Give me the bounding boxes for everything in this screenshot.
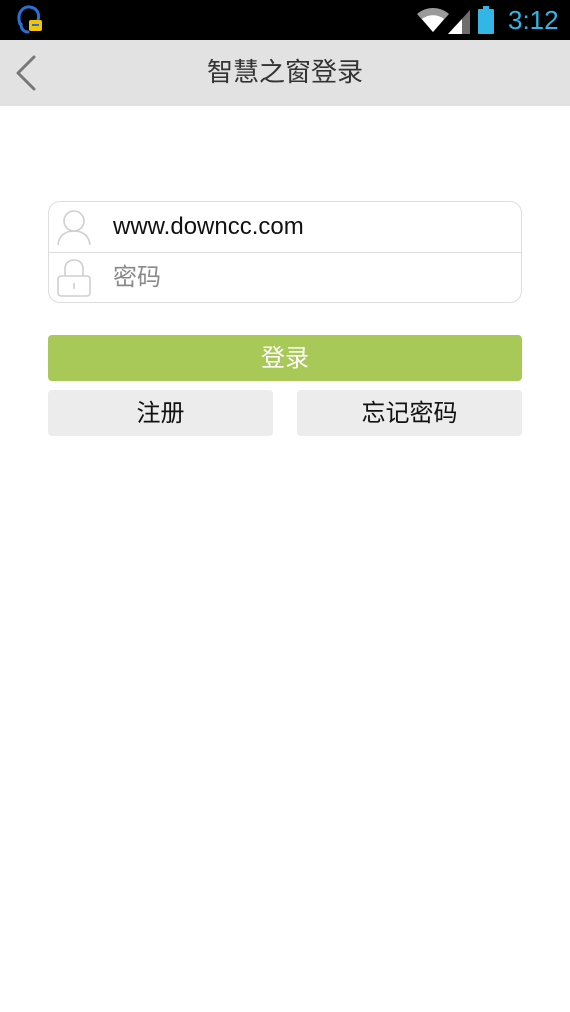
status-time: 3:12 bbox=[508, 5, 559, 35]
wifi-icon bbox=[416, 6, 450, 34]
page-title: 智慧之窗登录 bbox=[206, 58, 363, 88]
login-button[interactable]: 登录 bbox=[48, 335, 522, 381]
username-value: www.downcc.com bbox=[113, 213, 304, 240]
password-placeholder: 密码 bbox=[113, 263, 161, 291]
login-screen: 3:12 智慧之窗登录 www.downcc.com 密码 登录 注册 忘记密码 bbox=[0, 0, 570, 1012]
user-icon bbox=[55, 208, 93, 246]
register-button[interactable]: 注册 bbox=[48, 390, 273, 436]
notification-app-icon bbox=[14, 4, 44, 36]
username-field[interactable]: www.downcc.com bbox=[49, 202, 521, 253]
forgot-password-button[interactable]: 忘记密码 bbox=[297, 390, 522, 436]
signal-icon bbox=[448, 8, 470, 34]
password-field[interactable]: 密码 bbox=[49, 253, 521, 302]
chevron-left-icon bbox=[16, 55, 36, 91]
lock-icon bbox=[55, 259, 93, 297]
credentials-box: www.downcc.com 密码 bbox=[48, 201, 522, 303]
title-bar: 智慧之窗登录 bbox=[0, 40, 570, 106]
battery-icon bbox=[478, 6, 494, 34]
back-button[interactable] bbox=[10, 49, 50, 97]
status-bar: 3:12 bbox=[0, 0, 570, 40]
